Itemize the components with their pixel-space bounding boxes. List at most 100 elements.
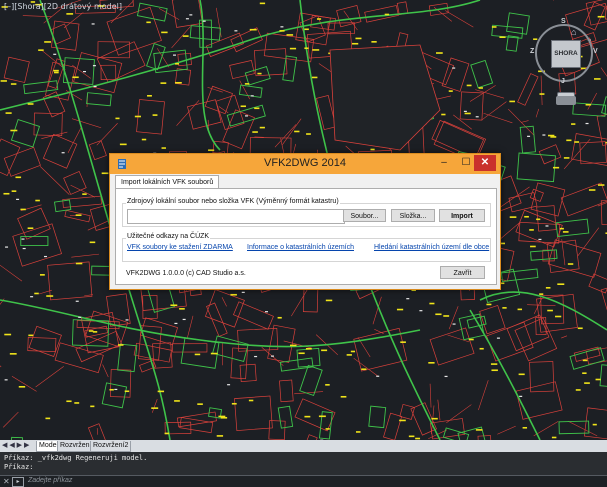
parcel-number-marker	[399, 420, 406, 422]
parcel-boundary	[531, 183, 565, 216]
file-button[interactable]: Soubor...	[343, 209, 386, 222]
label-marker	[30, 296, 33, 297]
parcel-line	[344, 11, 358, 30]
viewcube-south[interactable]: J	[561, 78, 565, 85]
link-vfk-download[interactable]: VFK soubory ke stažení ZDARMA	[127, 244, 233, 251]
parcel-boundary	[530, 189, 543, 201]
parcel-boundary	[43, 134, 77, 168]
parcel-number-marker	[589, 189, 595, 191]
label-marker	[452, 67, 455, 68]
parcel-number-marker	[161, 32, 167, 34]
command-line: Příkaz: _vfk2dwg Regeneruji model. Příka…	[0, 452, 607, 486]
link-cadastral-info[interactable]: Informace o katastrálních územích	[247, 244, 354, 251]
import-button[interactable]: Import	[439, 209, 485, 222]
viewcube-east[interactable]: V	[593, 48, 598, 55]
viewport-label[interactable]: [–][Shora][2D drátový model]	[4, 2, 122, 11]
parcel-boundary	[107, 7, 161, 55]
parcel-number-marker	[90, 406, 94, 408]
parcel-number-marker	[46, 295, 53, 297]
file-path-input[interactable]	[127, 209, 345, 224]
parcel-line	[475, 90, 504, 99]
parcel-number-marker	[356, 431, 361, 433]
parcel-boundary	[76, 331, 122, 361]
maximize-icon[interactable]: ☐	[456, 156, 476, 170]
parcel-line	[208, 87, 223, 92]
parcel-number-marker	[326, 428, 330, 430]
label-marker	[5, 246, 8, 247]
parcel-number-marker	[278, 317, 282, 319]
parcel-boundary	[233, 302, 273, 329]
tab-layout2[interactable]: Rozvržení2	[90, 441, 131, 452]
parcel-number-marker	[151, 407, 158, 409]
label-marker	[203, 21, 206, 22]
parcel-number-marker	[28, 103, 34, 105]
parcel-line	[446, 405, 471, 423]
parcel-number-marker	[325, 384, 330, 386]
parcel-line	[478, 380, 488, 410]
building-outline	[559, 421, 589, 434]
folder-button[interactable]: Složka...	[391, 209, 435, 222]
building-outline	[517, 153, 555, 182]
parcel-number-marker	[90, 242, 96, 244]
tab-import-local[interactable]: Import lokálních VFK souborů	[115, 175, 219, 189]
label-marker	[234, 30, 237, 31]
minimize-icon[interactable]: –	[434, 156, 454, 170]
parcel-number-marker	[12, 190, 17, 192]
layout-nav-arrows[interactable]: ◀ ◀ ▶ ▶	[2, 441, 29, 449]
parcel-number-marker	[519, 374, 525, 376]
parcel-number-marker	[441, 114, 445, 116]
close-button[interactable]: Zavřít	[440, 266, 485, 279]
viewcube-face-top[interactable]: SHORA	[551, 40, 581, 68]
parcel-boundary	[48, 262, 92, 300]
parcel-boundary	[516, 382, 562, 420]
parcel-number-marker	[153, 114, 158, 116]
parcel-line	[430, 384, 431, 408]
parcel-number-marker	[28, 335, 33, 337]
parcel-number-marker	[162, 147, 166, 149]
parcel-line	[0, 347, 1, 367]
parcel-number-marker	[578, 327, 583, 329]
parcel-line	[177, 100, 200, 125]
parcel-number-marker	[492, 26, 497, 28]
parcel-number-marker	[306, 348, 312, 350]
parcel-number-marker	[435, 313, 441, 315]
close-icon[interactable]: ✕	[474, 155, 496, 171]
parcel-number-marker	[319, 415, 326, 417]
viewcube-north[interactable]: S	[561, 18, 566, 25]
close-icon[interactable]: ✕	[3, 477, 10, 486]
command-input[interactable]: Zadejte příkaz	[28, 477, 72, 484]
parcel-line	[561, 336, 567, 338]
parcel-line	[448, 335, 470, 342]
parcel-number-marker	[44, 41, 51, 43]
parcel-number-marker	[66, 400, 71, 402]
parcel-number-marker	[249, 400, 253, 402]
viewcube[interactable]: S J Z V SHORA ⌂	[533, 22, 597, 86]
parcel-number-marker	[146, 22, 150, 24]
parcel-boundary	[231, 348, 248, 379]
home-icon[interactable]: ⌂	[571, 27, 576, 37]
parcel-number-marker	[252, 131, 258, 133]
parcel-number-marker	[486, 304, 491, 306]
parcel-number-marker	[217, 435, 223, 437]
label-marker	[183, 319, 186, 320]
parcel-line	[564, 139, 590, 169]
navigation-bar[interactable]	[556, 96, 576, 105]
link-cadastral-search[interactable]: Hledání katastrálních území dle obce	[374, 244, 489, 251]
parcel-number-marker	[45, 418, 50, 420]
parcel-number-marker	[326, 300, 332, 302]
dialog-titlebar[interactable]: VFK2DWG 2014 – ☐ ✕	[110, 154, 500, 174]
parcel-boundary	[279, 380, 293, 402]
viewcube-west[interactable]: Z	[530, 48, 534, 55]
parcel-number-marker	[175, 63, 179, 65]
label-marker	[280, 26, 283, 27]
parcel-boundary	[207, 303, 228, 336]
parcel-number-marker	[476, 429, 483, 431]
parcel-boundary	[537, 206, 556, 231]
parcel-number-marker	[147, 95, 152, 97]
building-outline	[600, 365, 607, 388]
parcel-number-marker	[20, 209, 25, 211]
parcel-number-marker	[170, 304, 177, 306]
parcel-number-marker	[250, 29, 257, 31]
command-input-row[interactable]: ✕ ▸ Zadejte příkaz	[0, 475, 607, 487]
parcel-boundary	[597, 114, 607, 145]
